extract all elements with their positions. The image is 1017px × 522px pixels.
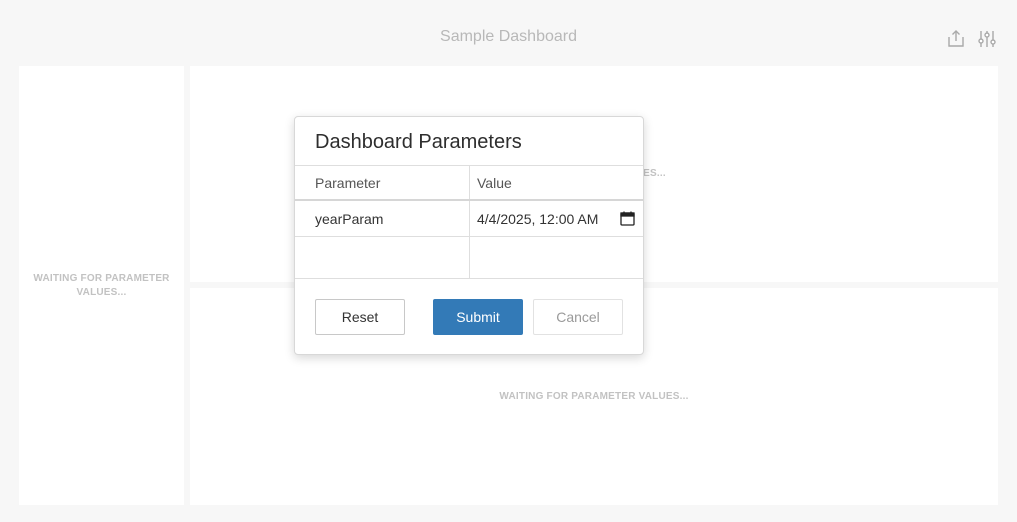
column-header-value[interactable]: Value <box>470 166 643 199</box>
reset-button[interactable]: Reset <box>315 299 405 335</box>
cancel-button[interactable]: Cancel <box>533 299 623 335</box>
dashboard-title: Sample Dashboard <box>440 28 577 45</box>
submit-button[interactable]: Submit <box>433 299 523 335</box>
empty-cell <box>295 237 470 278</box>
table-row[interactable]: yearParam 4/4/2025, 12:00 AM <box>295 201 643 237</box>
calendar-icon[interactable] <box>620 211 635 226</box>
parameters-icon[interactable] <box>977 29 997 49</box>
date-value[interactable]: 4/4/2025, 12:00 AM <box>477 211 598 227</box>
parameters-dialog: Dashboard Parameters Parameter Value yea… <box>294 116 644 355</box>
parameter-value-field[interactable]: 4/4/2025, 12:00 AM <box>470 201 643 236</box>
waiting-message: WAITING FOR PARAMETER VALUES... <box>33 272 170 298</box>
waiting-message: WAITING FOR PARAMETER VALUES... <box>499 390 689 402</box>
table-row <box>295 237 643 279</box>
column-header-parameter[interactable]: Parameter <box>295 166 470 199</box>
grid-header: Parameter Value <box>295 165 643 201</box>
dialog-title: Dashboard Parameters <box>315 131 522 153</box>
left-panel: WAITING FOR PARAMETER VALUES... <box>19 66 184 505</box>
parameter-name: yearParam <box>295 201 470 236</box>
parameters-grid: Parameter Value yearParam 4/4/2025, 12:0… <box>295 165 643 279</box>
empty-cell <box>470 237 643 278</box>
export-icon[interactable] <box>946 29 966 49</box>
